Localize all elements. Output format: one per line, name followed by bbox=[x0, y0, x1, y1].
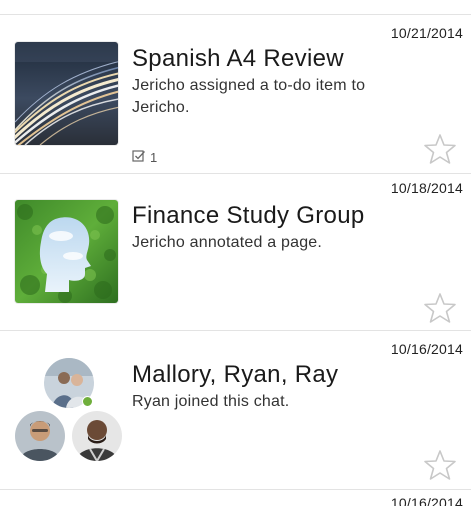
conversation-item[interactable]: 10/16/2014 bbox=[0, 331, 471, 489]
star-icon[interactable] bbox=[423, 449, 457, 481]
conversation-item[interactable]: 10/16/2014 bbox=[0, 490, 471, 506]
conversation-subtitle: Jericho assigned a to-do item to Jericho… bbox=[132, 77, 366, 116]
conversation-item[interactable]: 10/21/2014 Spanish A4 Review Jericho ass… bbox=[0, 15, 471, 173]
conversation-item[interactable]: 10/18/2014 Finance Study Group Jericho a… bbox=[0, 174, 471, 330]
checkbox-icon bbox=[132, 149, 146, 166]
conversation-date: 10/21/2014 bbox=[390, 25, 463, 41]
conversation-subtitle: Jericho annotated a page. bbox=[132, 234, 323, 251]
avatar-ryan bbox=[15, 411, 65, 461]
light-trails-thumbnail bbox=[15, 42, 118, 145]
star-icon[interactable] bbox=[423, 292, 457, 324]
conversation-date: 10/16/2014 bbox=[390, 341, 463, 357]
leaf-head-thumbnail bbox=[15, 200, 118, 303]
conversation-date: 10/18/2014 bbox=[390, 180, 463, 196]
star-icon[interactable] bbox=[423, 133, 457, 165]
conversation-title: Spanish A4 Review bbox=[132, 45, 344, 72]
conversation-title: Mallory, Ryan, Ray bbox=[132, 361, 339, 388]
conversation-date: 10/16/2014 bbox=[390, 495, 463, 506]
avatar-ray bbox=[72, 411, 122, 461]
conversation-list: 10/21/2014 Spanish A4 Review Jericho ass… bbox=[0, 0, 471, 506]
todo-count-badge: 1 bbox=[132, 149, 157, 166]
todo-count: 1 bbox=[150, 150, 158, 165]
conversation-title: Finance Study Group bbox=[132, 202, 365, 229]
online-status-indicator bbox=[82, 396, 93, 407]
conversation-subtitle: Ryan joined this chat. bbox=[132, 393, 290, 410]
